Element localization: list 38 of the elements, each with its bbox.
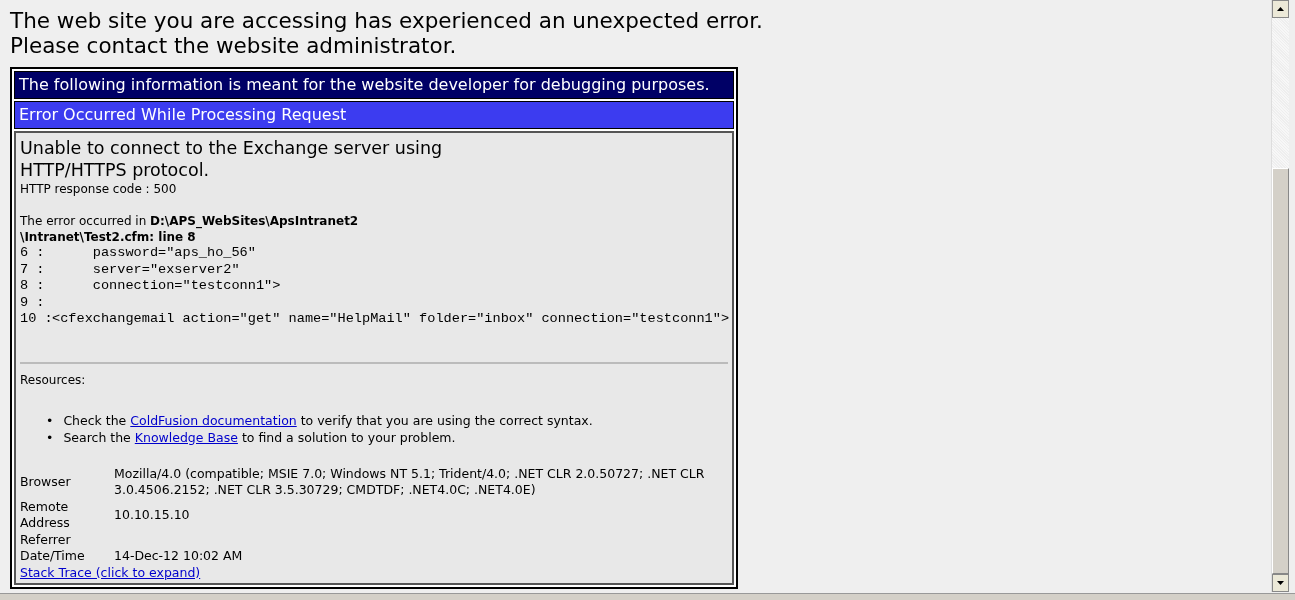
error-location: The error occurred in D:\APS_WebSites\ApsIntranet2 \Intranet\Test2.cfm: line 8: [20, 213, 360, 245]
up-arrow-icon: [1277, 7, 1284, 11]
code-line: server="exserver2": [91, 261, 240, 278]
down-arrow-icon: [1277, 581, 1284, 585]
error-header: Error Occurred While Processing Request: [14, 101, 734, 129]
detail-value: 14-Dec-12 10:02 AM: [114, 548, 244, 565]
line-number: 10 :: [20, 311, 52, 328]
stack-trace-link[interactable]: Stack Trace (click to expand): [20, 564, 201, 580]
resource-item: Check the ColdFusion documentation to verify that you are using the correct syntax.: [63, 411, 593, 429]
code-line: password="aps_ho_56": [91, 245, 256, 262]
detail-value: 10.10.15.10: [114, 506, 191, 524]
bullet: •: [46, 411, 54, 429]
resource-item: Search the Knowledge Base to find a solution to your problem.: [63, 428, 456, 446]
error-title: Unable to connect to the Exchange server using: [20, 137, 444, 159]
line-number: 6 :: [20, 245, 46, 262]
debug-header: The following information is meant for the website developer for debugging purposes.: [14, 71, 734, 99]
resources-label: Resources:: [20, 371, 87, 388]
error-message: The web site you are accessing has experienced an unexpected error.: [10, 8, 764, 33]
scroll-down-button[interactable]: [1272, 574, 1289, 592]
code-line: connection="testconn1">: [91, 278, 281, 295]
error-message: Please contact the website administrator.: [10, 33, 458, 58]
error-title: HTTP/HTTPS protocol.: [20, 159, 211, 181]
detail-label: Date/Time: [20, 548, 86, 565]
detail-value: Mozilla/4.0 (compatible; MSIE 7.0; Windows NT 5.1; Trident/4.0; .NET CLR 2.0.50727; .NET CLR 3.0.4506.2152; .NET CLR 3.5.30729; CMDTDF; .NET4.0C; .NET4.0E): [114, 465, 706, 499]
detail-label: Remote Address: [20, 498, 71, 532]
detail-label: Referrer: [20, 531, 72, 548]
line-number: 8 :: [20, 278, 46, 295]
detail-label: Browser: [20, 473, 72, 491]
response-code: HTTP response code : 500: [20, 181, 178, 197]
scrollbar[interactable]: [1271, 0, 1289, 592]
line-number: 9 :: [20, 294, 46, 311]
line-number: 7 :: [20, 261, 46, 278]
resource-link[interactable]: Knowledge Base: [134, 429, 238, 445]
scroll-up-button[interactable]: [1272, 0, 1289, 18]
code-line: <cfexchangemail action="get" name="HelpMail" folder="inbox" connection="testconn1">: [52, 311, 730, 328]
resource-link[interactable]: ColdFusion documentation: [130, 412, 297, 428]
bullet: •: [46, 428, 54, 446]
scroll-thumb[interactable]: [1272, 168, 1289, 574]
